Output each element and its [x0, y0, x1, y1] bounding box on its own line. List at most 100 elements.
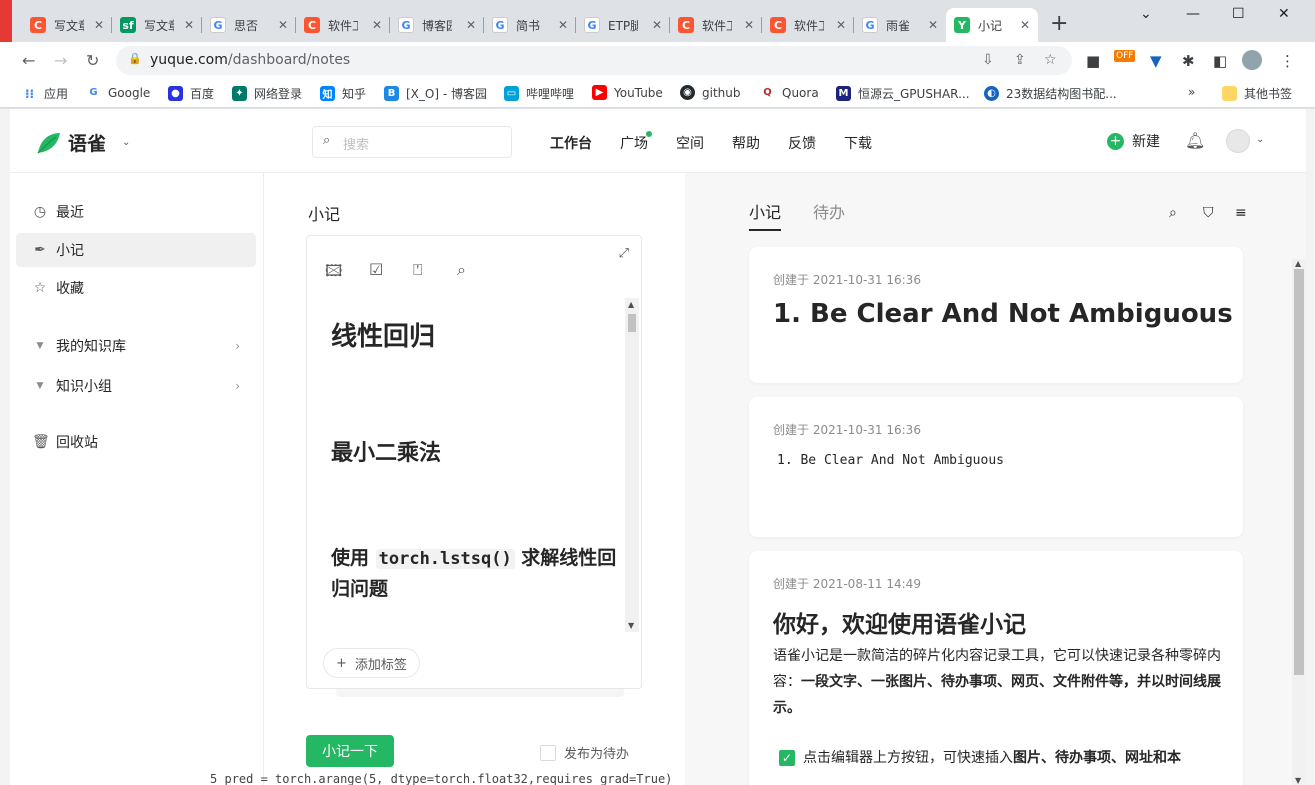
- checkbox-icon[interactable]: ☑: [369, 260, 413, 287]
- browser-tab[interactable]: C 软件工 ✕: [670, 8, 762, 42]
- lock-icon[interactable]: 🔒: [128, 52, 142, 65]
- share-icon[interactable]: ⇪: [1014, 52, 1026, 68]
- nav-workbench[interactable]: 工作台: [550, 133, 592, 153]
- bookmark-item[interactable]: 知知乎: [320, 85, 366, 102]
- nav-help[interactable]: 帮助: [732, 133, 760, 153]
- bookmark-icon[interactable]: ⍞: [413, 260, 457, 287]
- scroll-down-icon[interactable]: ▼: [628, 621, 634, 630]
- tab-todos[interactable]: 待办: [813, 199, 845, 223]
- close-tab-icon[interactable]: ✕: [184, 18, 194, 32]
- nav-download[interactable]: 下载: [844, 133, 872, 153]
- bookmark-item[interactable]: ● 百度: [168, 85, 214, 102]
- other-bookmarks[interactable]: 其他书签: [1222, 85, 1292, 102]
- sort-icon[interactable]: ≡: [1235, 205, 1247, 221]
- nav-feedback[interactable]: 反馈: [788, 133, 816, 153]
- chevron-down-icon[interactable]: ⌄: [1256, 134, 1264, 145]
- scroll-up-icon[interactable]: ▲: [628, 300, 634, 309]
- bell-icon[interactable]: 🔔︎: [1185, 131, 1205, 150]
- forward-icon[interactable]: →: [54, 51, 67, 70]
- bookmarks-overflow-icon[interactable]: »: [1188, 85, 1195, 99]
- close-tab-icon[interactable]: ✕: [744, 18, 754, 32]
- close-tab-icon[interactable]: ✕: [928, 18, 938, 32]
- editor-scrollbar[interactable]: ▲ ▼: [625, 298, 639, 632]
- sidebar-toggle-icon[interactable]: ◧: [1213, 52, 1227, 70]
- expand-icon[interactable]: ⤢: [619, 246, 629, 261]
- checked-checkbox-icon[interactable]: ✓: [779, 750, 795, 766]
- close-window-icon[interactable]: ✕: [1278, 6, 1290, 22]
- browser-tab[interactable]: G 思否 ✕: [202, 8, 296, 42]
- bookmark-item[interactable]: ▶ YouTube: [592, 85, 663, 100]
- note-card[interactable]: 创建于 2021-10-31 16:36 1. Be Clear And Not…: [749, 397, 1243, 537]
- browser-tab-active[interactable]: Y 小记 ✕: [946, 8, 1038, 42]
- nav-square[interactable]: 广场: [620, 133, 648, 153]
- install-icon[interactable]: ⇩: [982, 52, 994, 68]
- minimize-icon[interactable]: —: [1186, 6, 1200, 22]
- note-card[interactable]: 创建于 2021-08-11 14:49 你好，欢迎使用语雀小记 语雀小记是一款…: [749, 551, 1243, 785]
- browser-tab[interactable]: G 博客园 ✕: [390, 8, 484, 42]
- close-tab-icon[interactable]: ✕: [652, 18, 662, 32]
- tab-notes[interactable]: 小记: [749, 199, 781, 223]
- scroll-thumb[interactable]: [628, 314, 636, 332]
- bookmark-item[interactable]: ▭ 哔哩哔哩: [504, 85, 574, 102]
- nav-space[interactable]: 空间: [676, 133, 704, 153]
- sidebar-item-notes[interactable]: ✒ 小记: [16, 233, 256, 267]
- yuque-logo[interactable]: 语雀 ⌄: [36, 129, 130, 156]
- attachment-icon[interactable]: ⌕: [457, 260, 501, 287]
- add-tag-button[interactable]: + 添加标签: [323, 648, 420, 678]
- bookmark-item[interactable]: G Google: [86, 85, 150, 100]
- todo-checkbox[interactable]: [540, 744, 556, 761]
- note-editor[interactable]: 🖾 ☑ ⍞ ⌕ ⤢ 线性回归 最小二乘法 使用 torch.lstsq() 求解…: [306, 235, 642, 689]
- bookmark-item[interactable]: ⁝⁝ 应用: [22, 85, 68, 102]
- note-card[interactable]: 创建于 2021-10-31 16:36 1. Be Clear And Not…: [749, 247, 1243, 383]
- bookmark-star-icon[interactable]: ☆: [1044, 52, 1057, 68]
- chevron-down-icon[interactable]: ⌄: [1140, 6, 1152, 22]
- browser-tab[interactable]: C 软件工 ✕: [762, 8, 854, 42]
- sidebar-item-trash[interactable]: 🗑︎ 回收站: [16, 425, 256, 459]
- close-tab-icon[interactable]: ✕: [558, 18, 568, 32]
- sidebar-item-favorites[interactable]: ☆ 收藏: [16, 271, 256, 305]
- bookmark-item[interactable]: ✦ 网络登录: [232, 85, 302, 102]
- close-tab-icon[interactable]: ✕: [372, 18, 382, 32]
- scroll-up-icon[interactable]: ▲: [1295, 259, 1301, 268]
- extension-off-badge[interactable]: OFF: [1114, 50, 1136, 62]
- sidebar-item-groups[interactable]: ▼ 知识小组 ›: [16, 369, 256, 403]
- close-tab-icon[interactable]: ✕: [278, 18, 288, 32]
- page-scrollbar[interactable]: ▲ ▼: [1292, 259, 1306, 785]
- sidebar-item-recent[interactable]: ◷ 最近: [16, 195, 256, 229]
- close-tab-icon[interactable]: ✕: [1020, 18, 1030, 32]
- submit-note-button[interactable]: 小记一下: [306, 735, 394, 767]
- new-button[interactable]: + 新建: [1107, 131, 1160, 151]
- puzzle-icon[interactable]: ✱: [1182, 52, 1195, 70]
- bookmark-item[interactable]: ◐ 23数据结构图书配...: [984, 85, 1117, 102]
- bookmark-item[interactable]: M 恒源云_GPUSHAR...: [836, 85, 970, 102]
- bookmark-item[interactable]: Q Quora: [760, 85, 819, 100]
- extension-icon[interactable]: ■: [1086, 52, 1100, 70]
- bookmark-item[interactable]: ◉ github: [680, 85, 740, 100]
- publish-as-todo[interactable]: 发布为待办: [540, 743, 629, 762]
- browser-tab[interactable]: G 简书 ✕: [484, 8, 576, 42]
- browser-tab[interactable]: C 软件工 ✕: [296, 8, 390, 42]
- browser-tab[interactable]: sf 写文章 ✕: [112, 8, 202, 42]
- address-bar[interactable]: 🔒 yuque.com/dashboard/notes ⇩ ⇪ ☆: [116, 46, 1072, 75]
- chevron-down-icon[interactable]: ⌄: [122, 137, 130, 148]
- close-tab-icon[interactable]: ✕: [94, 18, 104, 32]
- bookmark-item[interactable]: B [X_O] - 博客园: [384, 85, 487, 102]
- search-icon[interactable]: ⌕: [1169, 205, 1177, 221]
- reload-icon[interactable]: ↻: [86, 51, 99, 70]
- search-input[interactable]: ⌕ 搜索: [312, 126, 512, 158]
- sidebar-item-my-knowledge[interactable]: ▼ 我的知识库 ›: [16, 329, 256, 363]
- close-tab-icon[interactable]: ✕: [836, 18, 846, 32]
- menu-icon[interactable]: ⋮: [1280, 52, 1295, 70]
- browser-tab[interactable]: G ETP腿 ✕: [576, 8, 670, 42]
- close-tab-icon[interactable]: ✕: [466, 18, 476, 32]
- browser-tab[interactable]: C 写文章 ✕: [22, 8, 112, 42]
- back-icon[interactable]: ←: [22, 51, 35, 70]
- new-tab-icon[interactable]: +: [1050, 13, 1068, 35]
- profile-avatar[interactable]: [1242, 50, 1262, 70]
- scroll-down-icon[interactable]: ▼: [1295, 776, 1301, 785]
- editor-content[interactable]: 线性回归 最小二乘法 使用 torch.lstsq() 求解线性回归问题: [331, 312, 621, 604]
- browser-tab[interactable]: G 雨雀 ✕: [854, 8, 946, 42]
- vpn-extension-icon[interactable]: ▼: [1150, 52, 1162, 70]
- maximize-icon[interactable]: ☐: [1232, 6, 1245, 22]
- scroll-thumb[interactable]: [1294, 269, 1304, 675]
